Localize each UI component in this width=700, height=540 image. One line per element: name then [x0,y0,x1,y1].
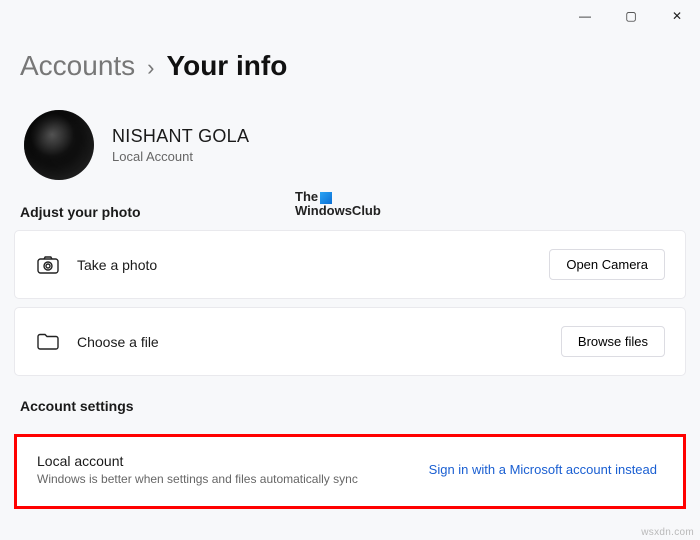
close-button[interactable]: ✕ [654,0,700,32]
local-account-row: Local account Windows is better when set… [17,437,683,506]
watermark-line2: WindowsClub [295,203,381,218]
avatar [24,110,94,180]
breadcrumb: Accounts › Your info [14,50,686,82]
highlighted-settings-row: Local account Windows is better when set… [14,434,686,509]
breadcrumb-parent[interactable]: Accounts [20,50,135,82]
local-account-title: Local account [37,453,429,469]
photo-row-take-label: Take a photo [77,257,549,273]
footer-watermark: wsxdn.com [641,527,694,538]
watermark: The WindowsClub [295,190,381,217]
photo-row-file-label: Choose a file [77,334,561,350]
user-name: NISHANT GOLA [112,126,249,147]
camera-icon [35,256,61,274]
browse-files-button[interactable]: Browse files [561,326,665,357]
open-camera-button[interactable]: Open Camera [549,249,665,280]
page-title: Your info [167,50,288,82]
chevron-right-icon: › [147,55,154,81]
window-controls: — ▢ ✕ [562,0,700,32]
sign-in-microsoft-link[interactable]: Sign in with a Microsoft account instead [429,462,663,477]
photo-row-take: Take a photo Open Camera [14,230,686,299]
minimize-button[interactable]: — [562,0,608,32]
local-account-desc: Windows is better when settings and file… [37,472,429,486]
profile-block: NISHANT GOLA Local Account [24,110,686,180]
account-type-label: Local Account [112,149,249,164]
photo-row-file: Choose a file Browse files [14,307,686,376]
section-heading-account: Account settings [20,398,686,414]
folder-icon [35,333,61,350]
maximize-button[interactable]: ▢ [608,0,654,32]
